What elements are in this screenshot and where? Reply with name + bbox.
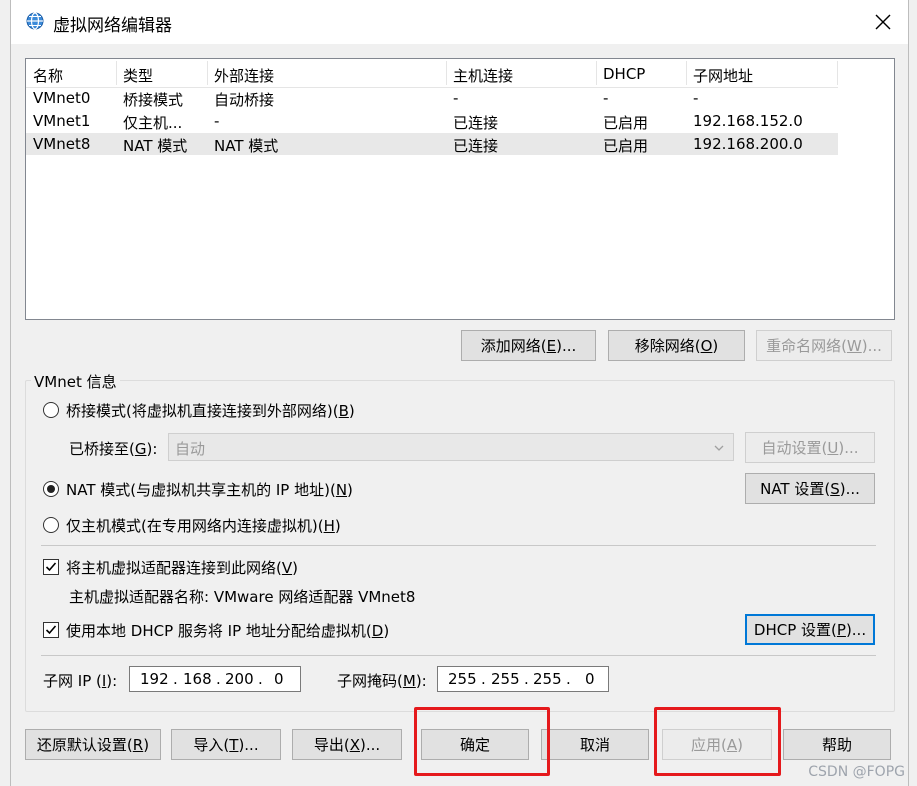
network-list[interactable]: 名称 类型 外部连接 主机连接 DHCP 子网地址 VMnet0 桥接模式 自动…: [25, 58, 895, 320]
cell-host: -: [453, 89, 459, 107]
restore-defaults-button[interactable]: 还原默认设置(R): [25, 729, 161, 760]
cell-type: 仅主机...: [123, 114, 183, 132]
help-button[interactable]: 帮助: [783, 729, 891, 760]
subnet-mask-input[interactable]: 255 . 255 . 255 . 0: [437, 666, 609, 692]
rename-network-button[interactable]: 重命名网络(W)...: [756, 330, 892, 361]
cell-subnet: 192.168.200.0: [693, 135, 803, 153]
watermark-text: CSDN @FOPG: [808, 764, 905, 780]
window-title: 虚拟网络编辑器: [53, 16, 172, 36]
nat-mode-label[interactable]: NAT 模式(与虚拟机共享主机的 IP 地址)(N): [66, 479, 353, 500]
checkmark-icon: [45, 562, 57, 572]
bridged-mode-radio[interactable]: [43, 402, 59, 418]
cell-name: VMnet0: [33, 89, 91, 107]
dhcp-settings-button[interactable]: DHCP 设置(P)...: [745, 614, 875, 645]
cell-subnet: 192.168.152.0: [693, 112, 803, 130]
checkmark-icon: [45, 625, 57, 635]
bridged-to-select[interactable]: 自动: [168, 433, 734, 461]
table-row[interactable]: VMnet1 仅主机... - 已连接 已启用 192.168.152.0: [26, 110, 838, 132]
connect-adapter-checkbox[interactable]: [43, 559, 59, 575]
import-button[interactable]: 导入(T)...: [171, 729, 281, 760]
globe-icon: [25, 11, 45, 31]
subnet-ip-input[interactable]: 192 . 168 . 200 . 0: [129, 666, 301, 692]
remove-network-button[interactable]: 移除网络(O): [608, 330, 745, 361]
close-icon[interactable]: [868, 8, 898, 36]
subnet-mask-label: 子网掩码(M):: [337, 672, 427, 690]
adapter-name-text: 主机虚拟适配器名称: VMware 网络适配器 VMnet8: [69, 588, 416, 606]
highlight-box-ok: [414, 707, 550, 776]
highlight-box-apply: [654, 707, 781, 776]
column-name[interactable]: 名称: [33, 65, 63, 86]
bridged-to-value: 自动: [175, 440, 206, 458]
list-header: 名称 类型 外部连接 主机连接 DHCP 子网地址: [26, 59, 838, 88]
cell-external: 自动桥接: [214, 91, 275, 109]
nat-mode-radio[interactable]: [43, 481, 59, 497]
cell-external: -: [214, 112, 220, 130]
cell-external: NAT 模式: [214, 137, 279, 155]
column-dhcp[interactable]: DHCP: [603, 65, 645, 83]
use-dhcp-label[interactable]: 使用本地 DHCP 服务将 IP 地址分配给虚拟机(D): [66, 620, 389, 641]
column-type[interactable]: 类型: [123, 65, 153, 86]
table-row[interactable]: VMnet0 桥接模式 自动桥接 - - -: [26, 87, 838, 109]
cell-dhcp: 已启用: [603, 114, 649, 132]
host-only-label[interactable]: 仅主机模式(在专用网络内连接虚拟机)(H): [66, 515, 341, 536]
chevron-down-icon: [713, 440, 725, 458]
vmnet-info-group: [25, 380, 895, 712]
bridged-mode-label[interactable]: 桥接模式(将虚拟机直接连接到外部网络)(B): [66, 400, 355, 421]
column-host[interactable]: 主机连接: [453, 65, 513, 86]
vmnet-info-label: VMnet 信息: [31, 371, 120, 392]
cell-dhcp: 已启用: [603, 137, 649, 155]
cell-host: 已连接: [453, 114, 499, 132]
cell-type: 桥接模式: [123, 91, 184, 109]
cell-dhcp: -: [603, 89, 609, 107]
table-row-selected[interactable]: VMnet8 NAT 模式 NAT 模式 已连接 已启用 192.168.200…: [26, 133, 838, 155]
column-external[interactable]: 外部连接: [214, 65, 274, 86]
use-dhcp-checkbox[interactable]: [43, 622, 59, 638]
export-button[interactable]: 导出(X)...: [292, 729, 402, 760]
cell-subnet: -: [693, 89, 699, 107]
connect-adapter-label[interactable]: 将主机虚拟适配器连接到此网络(V): [66, 557, 298, 578]
divider: [41, 545, 876, 546]
subnet-ip-label: 子网 IP (I):: [43, 672, 118, 690]
nat-settings-button[interactable]: NAT 设置(S)...: [745, 473, 875, 504]
column-subnet[interactable]: 子网地址: [693, 65, 753, 86]
cell-name: VMnet8: [33, 135, 91, 153]
divider: [41, 655, 876, 656]
host-only-radio[interactable]: [43, 517, 59, 533]
bridged-to-label: 已桥接至(G):: [69, 440, 158, 458]
cancel-button[interactable]: 取消: [541, 729, 649, 760]
title-bar: 虚拟网络编辑器: [11, 0, 908, 44]
auto-settings-button[interactable]: 自动设置(U)...: [745, 432, 875, 463]
cell-name: VMnet1: [33, 112, 91, 130]
cell-type: NAT 模式: [123, 137, 188, 155]
add-network-button[interactable]: 添加网络(E)...: [461, 330, 596, 361]
virtual-network-editor-window: 虚拟网络编辑器 名称 类型 外部连接 主机连接 DHCP 子网地址 VMnet0…: [10, 0, 909, 786]
cell-host: 已连接: [453, 137, 499, 155]
